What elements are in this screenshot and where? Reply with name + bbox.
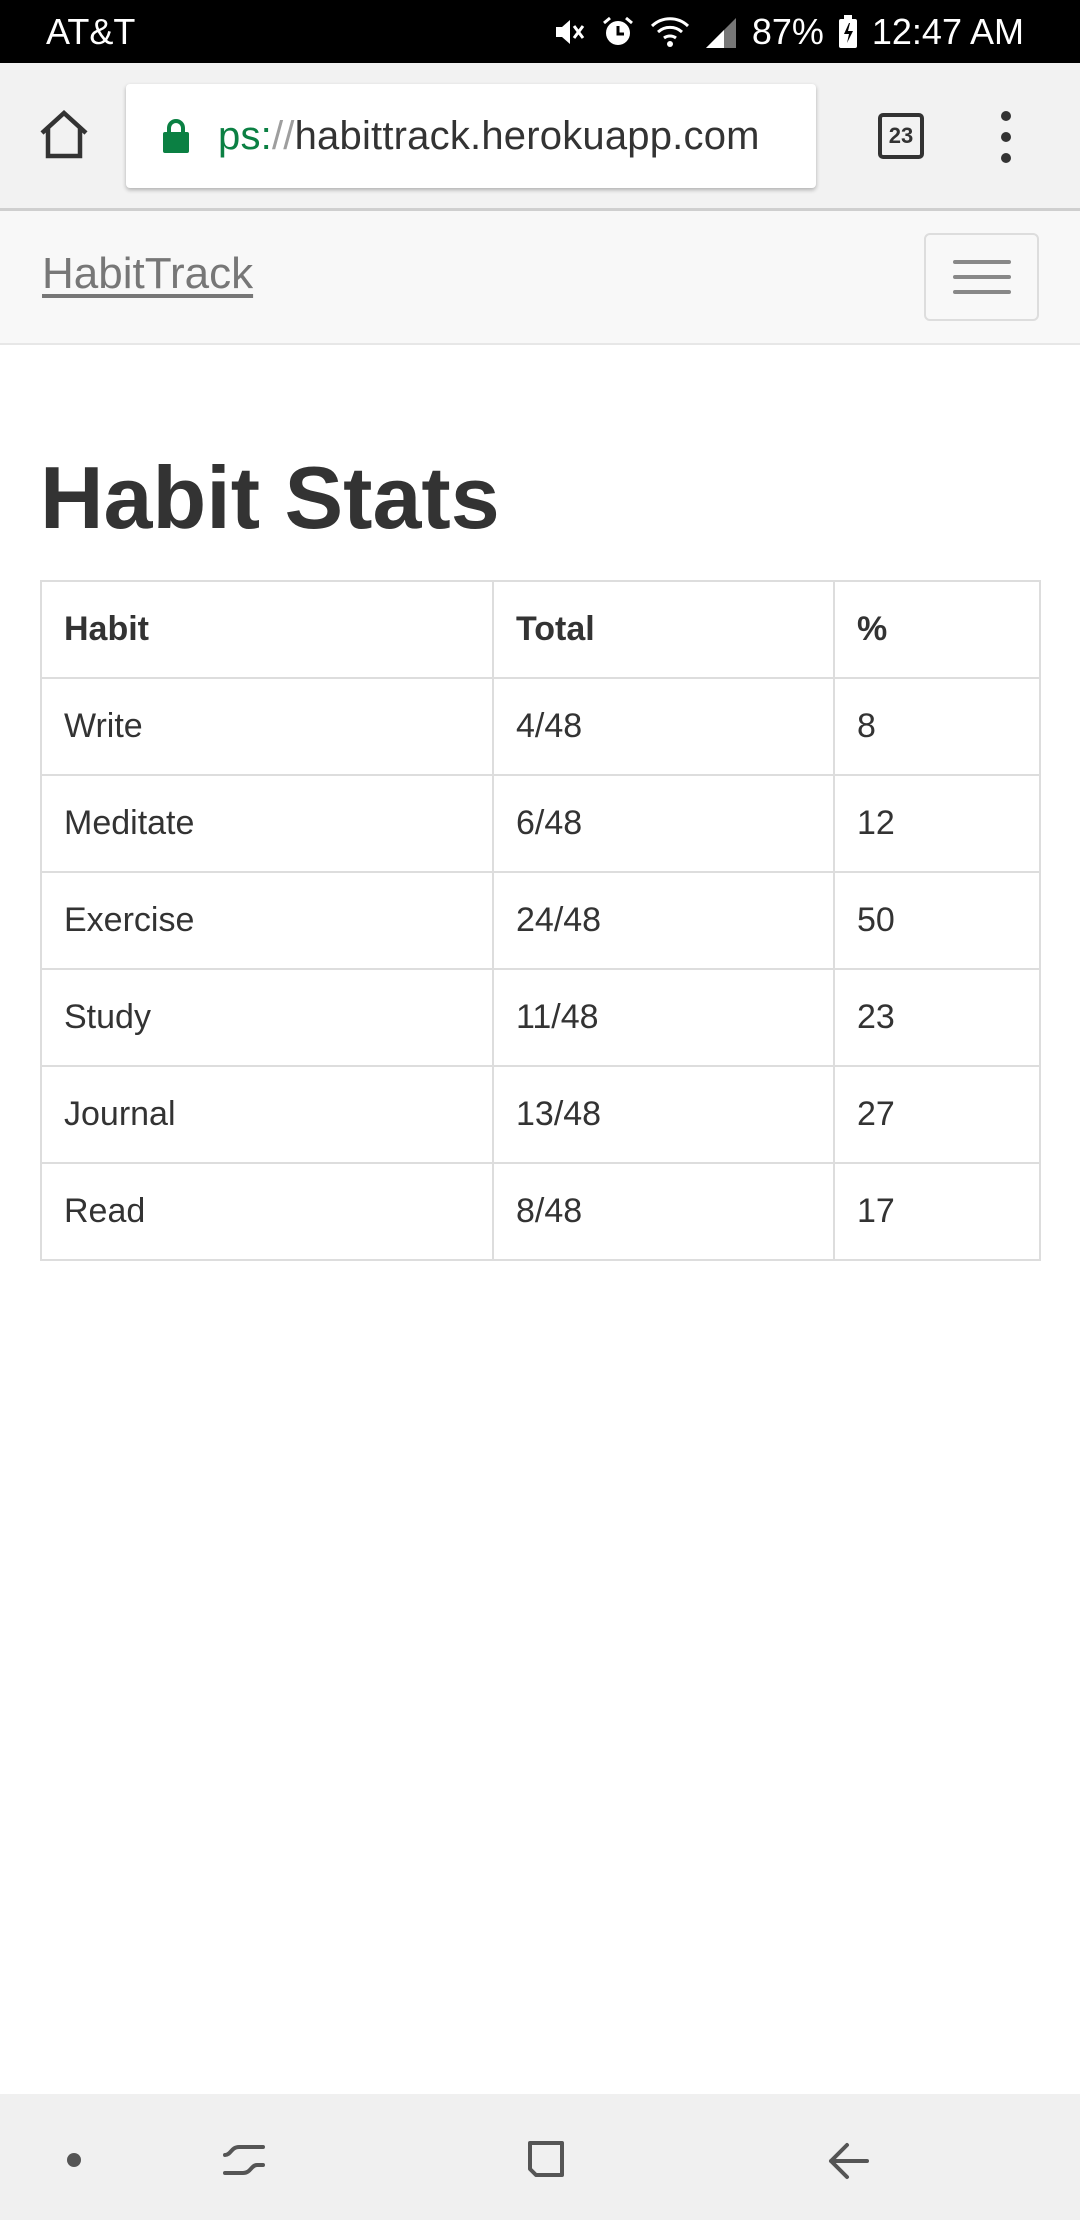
url-separator: // xyxy=(271,113,295,158)
table-row: Meditate 6/48 12 xyxy=(40,774,1041,873)
url-text: ps://habittrack.herokuapp.com xyxy=(218,114,760,159)
percent-cell: 8 xyxy=(833,677,1041,776)
more-vert-icon xyxy=(1001,111,1011,121)
total-cell: 13/48 xyxy=(492,1065,835,1164)
table-row: Read 8/48 17 xyxy=(40,1162,1041,1261)
lock-icon xyxy=(163,119,189,153)
mute-icon xyxy=(550,14,586,50)
system-navigation-bar xyxy=(0,2094,1080,2220)
column-header-total: Total xyxy=(492,580,835,679)
total-cell: 11/48 xyxy=(492,968,835,1067)
percent-cell: 23 xyxy=(833,968,1041,1067)
habit-cell: Read xyxy=(40,1162,494,1261)
table-row: Study 11/48 23 xyxy=(40,968,1041,1067)
back-arrow-icon xyxy=(829,2143,869,2179)
recent-apps-icon xyxy=(223,2145,265,2175)
status-indicators: 87% 12:47 AM xyxy=(550,10,1024,54)
habit-cell: Meditate xyxy=(40,774,494,873)
battery-percent: 87% xyxy=(751,11,824,52)
habit-cell: Exercise xyxy=(40,871,494,970)
percent-cell: 17 xyxy=(833,1162,1041,1261)
status-bar: AT&T 87% 12:47 AM xyxy=(0,0,1080,63)
percent-cell: 50 xyxy=(833,871,1041,970)
nav-dot-button[interactable] xyxy=(44,2130,104,2190)
habit-cell: Study xyxy=(40,968,494,1067)
back-button[interactable] xyxy=(818,2130,878,2190)
table-row: Write 4/48 8 xyxy=(40,677,1041,776)
address-bar[interactable]: ps://habittrack.herokuapp.com xyxy=(126,84,816,188)
browser-menu-button[interactable] xyxy=(988,111,1024,163)
table-row: Journal 13/48 27 xyxy=(40,1065,1041,1164)
tab-count: 23 xyxy=(888,123,914,148)
battery-icon xyxy=(838,15,858,49)
habit-cell: Write xyxy=(40,677,494,776)
alarm-icon xyxy=(600,14,636,50)
column-header-habit: Habit xyxy=(40,580,494,679)
home-icon xyxy=(40,109,88,159)
page-title: Habit Stats xyxy=(40,448,500,547)
percent-cell: 27 xyxy=(833,1065,1041,1164)
navbar-toggle-button[interactable] xyxy=(924,233,1039,321)
percent-cell: 12 xyxy=(833,774,1041,873)
total-cell: 6/48 xyxy=(492,774,835,873)
habit-stats-table: Habit Total % Write 4/48 8 Meditate 6/48… xyxy=(40,580,1041,1261)
url-scheme: ps: xyxy=(218,113,272,158)
brand-link[interactable]: HabitTrack xyxy=(42,249,253,299)
carrier-label: AT&T xyxy=(46,11,136,52)
table-header-row: Habit Total % xyxy=(40,580,1041,679)
tab-switcher-button[interactable]: 23 xyxy=(878,113,924,159)
total-cell: 24/48 xyxy=(492,871,835,970)
column-header-percent: % xyxy=(833,580,1041,679)
table-row: Exercise 24/48 50 xyxy=(40,871,1041,970)
recent-apps-button[interactable] xyxy=(214,2130,274,2190)
signal-icon xyxy=(704,14,738,50)
total-cell: 8/48 xyxy=(492,1162,835,1261)
dot-icon xyxy=(67,2153,81,2167)
browser-toolbar: ps://habittrack.herokuapp.com 23 xyxy=(0,63,1080,211)
habit-cell: Journal xyxy=(40,1065,494,1164)
wifi-icon xyxy=(650,14,690,50)
url-host: habittrack.herokuapp.com xyxy=(294,113,760,158)
clock-time: 12:47 AM xyxy=(871,11,1024,52)
hamburger-icon xyxy=(952,260,1011,264)
total-cell: 4/48 xyxy=(492,677,835,776)
home-square-icon xyxy=(528,2141,564,2177)
home-nav-button[interactable] xyxy=(515,2130,575,2190)
site-navbar: HabitTrack xyxy=(0,211,1080,345)
home-button[interactable] xyxy=(36,107,92,163)
